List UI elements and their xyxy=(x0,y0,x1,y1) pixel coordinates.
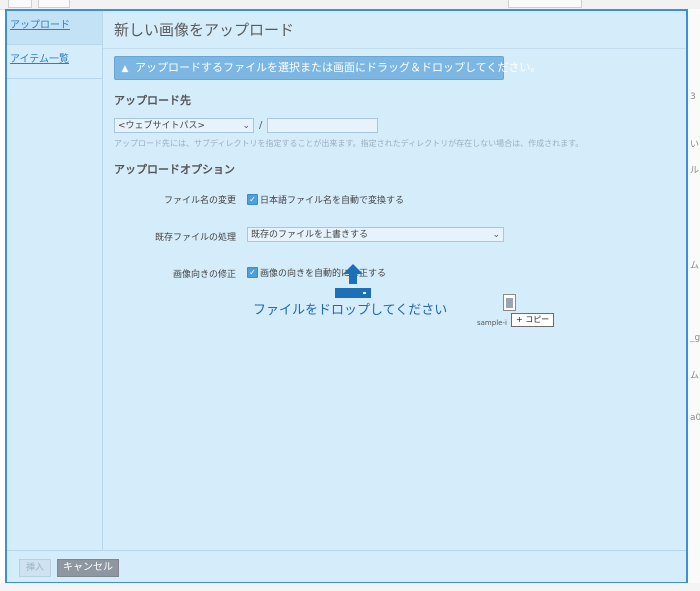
orientation-label: 画像向きの修正 xyxy=(172,270,236,280)
background-text: a0 xyxy=(690,413,700,423)
drop-message: ファイルをドロップしてください xyxy=(253,303,448,318)
copy-badge: + コピー xyxy=(511,313,555,327)
select-file-button[interactable]: ▲ アップロードするファイルを選択または画面にドラッグ＆ドロップしてください。 xyxy=(114,56,541,80)
dragged-file-name: sample-i xyxy=(477,319,507,327)
orientation-checkbox[interactable]: ✓ xyxy=(247,267,258,278)
dragged-file-thumbnail xyxy=(503,294,516,311)
subdirectory-input[interactable] xyxy=(267,118,378,133)
background-text: い xyxy=(690,140,700,150)
destination-heading: アップロード先 xyxy=(114,94,191,107)
rename-label: ファイル名の変更 xyxy=(163,196,236,206)
upload-dialog: アップロード アイテム一覧 新しい画像をアップロード ▲ アップロードするファイル… xyxy=(5,9,688,583)
chevron-down-icon: ⌄ xyxy=(492,230,500,240)
dialog-title: 新しい画像をアップロード xyxy=(114,21,295,39)
background-text: 3 xyxy=(690,92,696,102)
dialog-main: 新しい画像をアップロード ▲ アップロードするファイルを選択または画面にドラッグ＆… xyxy=(103,11,686,550)
sidebar-item-label[interactable]: アップロード xyxy=(10,20,70,31)
dialog-sidebar: アップロード アイテム一覧 xyxy=(7,11,103,550)
existing-file-select[interactable]: 既存のファイルを上書きする ⌄ xyxy=(247,227,504,242)
existing-file-select-value: 既存のファイルを上書きする xyxy=(251,230,369,240)
background-select xyxy=(508,0,582,8)
destination-hint: アップロード先には、サブディレクトリを指定することが出来ます。指定されたディレク… xyxy=(114,139,584,148)
path-separator: / xyxy=(259,120,263,131)
background-text: ル xyxy=(690,166,700,176)
background-text: _g xyxy=(690,333,700,343)
background-tab xyxy=(38,0,70,8)
background-tab xyxy=(8,0,32,8)
existing-file-label: 既存ファイルの処理 xyxy=(154,233,236,243)
background-text: ム xyxy=(690,371,700,381)
website-path-select-value: <ウェブサイトパス> xyxy=(118,121,206,131)
options-heading: アップロードオプション xyxy=(114,163,235,176)
rename-checkbox-label[interactable]: 日本語ファイル名を自動で変換する xyxy=(260,193,404,206)
background-text: ム xyxy=(690,261,700,271)
dialog-footer: 挿入 キャンセル xyxy=(7,550,686,582)
upload-icon: ▲ xyxy=(121,64,129,74)
chevron-down-icon: ⌄ xyxy=(242,121,250,131)
background-footer xyxy=(0,583,700,591)
rename-checkbox[interactable]: ✓ xyxy=(247,194,258,205)
select-file-button-label: アップロードするファイルを選択または画面にドラッグ＆ドロップしてください。 xyxy=(135,61,542,74)
title-divider xyxy=(103,48,686,49)
cancel-button[interactable]: キャンセル xyxy=(57,559,119,577)
drop-upload-icon xyxy=(335,264,371,298)
insert-button[interactable]: 挿入 xyxy=(19,559,51,577)
sidebar-item-upload[interactable]: アップロード xyxy=(7,11,102,45)
sidebar-item-item-list[interactable]: アイテム一覧 xyxy=(7,45,102,79)
sidebar-item-label[interactable]: アイテム一覧 xyxy=(10,54,69,65)
website-path-select[interactable]: <ウェブサイトパス> ⌄ xyxy=(114,118,254,133)
